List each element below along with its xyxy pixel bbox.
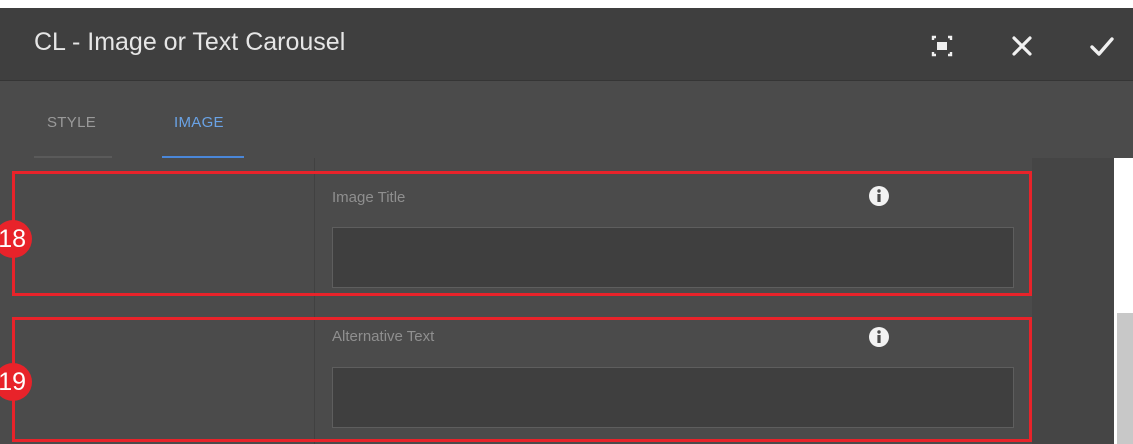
info-icon[interactable] xyxy=(868,185,890,207)
side-gutter xyxy=(1032,158,1114,444)
checkmark-icon xyxy=(1086,30,1118,62)
info-icon[interactable] xyxy=(868,326,890,348)
tab-bar: STYLE IMAGE xyxy=(0,80,1133,158)
dialog-title: CL - Image or Text Carousel xyxy=(34,28,346,56)
fullscreen-icon xyxy=(926,30,958,62)
tab-style[interactable]: STYLE xyxy=(47,114,96,131)
column-divider xyxy=(314,158,315,444)
tab-image[interactable]: IMAGE xyxy=(174,114,224,131)
image-title-input[interactable] xyxy=(332,227,1014,288)
alternative-text-label: Alternative Text xyxy=(332,328,435,345)
form-panel: Image Title Alternative Text xyxy=(0,158,1133,444)
confirm-button[interactable] xyxy=(1086,30,1118,62)
scrollbar-thumb[interactable] xyxy=(1117,313,1133,444)
dialog-header: CL - Image or Text Carousel xyxy=(0,8,1133,81)
fullscreen-button[interactable] xyxy=(926,30,958,62)
alternative-text-input[interactable] xyxy=(332,367,1014,428)
close-icon xyxy=(1006,30,1038,62)
image-title-label: Image Title xyxy=(332,189,406,206)
dialog: CL - Image or Text Carousel STYLE IMAGE … xyxy=(0,0,1133,444)
top-strip xyxy=(0,0,1133,8)
close-button[interactable] xyxy=(1006,30,1038,62)
